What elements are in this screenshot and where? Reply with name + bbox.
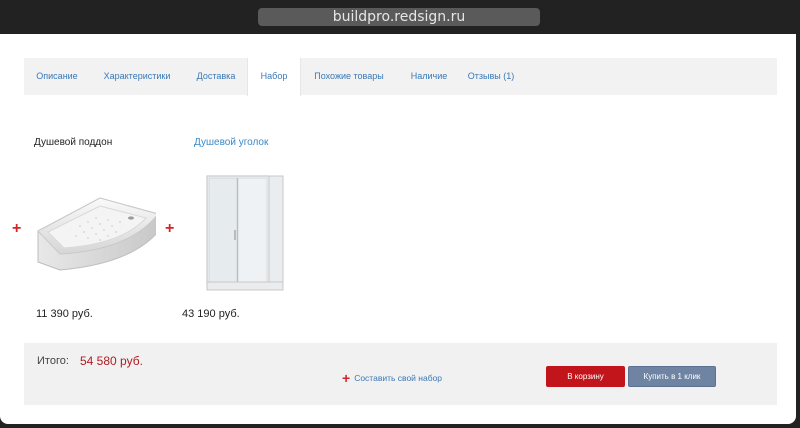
set-summary-panel: Итого: 54 580 руб. + Составить свой набор… (24, 343, 777, 405)
item-price-shower-enclosure: 43 190 руб. (182, 308, 240, 320)
compose-set-link[interactable]: + Составить свой набор (342, 370, 442, 386)
tab-reviews[interactable]: Отзывы (1) (461, 58, 521, 95)
shower-enclosure-image[interactable] (184, 170, 294, 296)
product-tabs: Описание Характеристики Доставка Набор П… (24, 58, 777, 96)
item-title-shower-enclosure[interactable]: Душевой уголок (194, 137, 268, 148)
plus-icon: + (12, 220, 22, 237)
compose-set-label: Составить свой набор (354, 373, 443, 383)
total-label: Итого: (37, 355, 69, 367)
tab-availability[interactable]: Наличие (407, 58, 451, 95)
plus-icon: + (165, 220, 175, 237)
tab-delivery[interactable]: Доставка (192, 58, 240, 95)
tab-similar[interactable]: Похожие товары (314, 58, 384, 95)
item-title-shower-tray: Душевой поддон (34, 137, 113, 148)
buy-one-click-button[interactable]: Купить в 1 клик (628, 366, 716, 387)
tab-set[interactable]: Набор (247, 58, 301, 96)
shower-tray-image[interactable] (30, 186, 159, 298)
total-value: 54 580 руб. (80, 354, 143, 368)
tab-specifications[interactable]: Характеристики (100, 58, 174, 95)
item-price-shower-tray: 11 390 руб. (36, 308, 93, 320)
tab-description[interactable]: Описание (32, 58, 82, 95)
page-content: Описание Характеристики Доставка Набор П… (0, 34, 796, 424)
plus-icon: + (342, 370, 351, 386)
add-to-cart-button[interactable]: В корзину (546, 366, 625, 387)
address-bar[interactable]: buildpro.redsign.ru (258, 8, 540, 26)
